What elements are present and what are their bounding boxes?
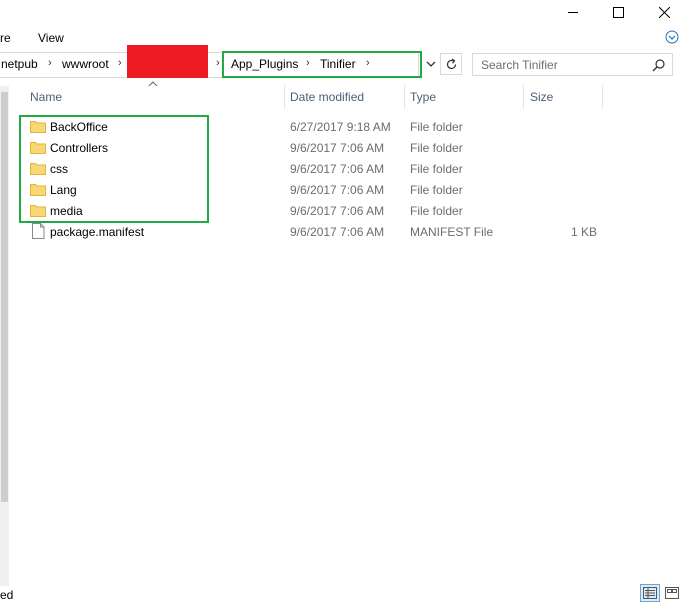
file-date: 9/6/2017 7:06 AM bbox=[290, 225, 385, 239]
file-date: 9/6/2017 7:06 AM bbox=[290, 204, 385, 218]
file-icon bbox=[32, 223, 45, 239]
breadcrumb-wwwroot[interactable]: wwwroot bbox=[62, 57, 109, 71]
maximize-button[interactable] bbox=[595, 0, 641, 24]
large-icons-view-icon bbox=[665, 587, 679, 599]
column-header-date[interactable]: Date modified bbox=[290, 90, 364, 104]
close-icon bbox=[658, 6, 670, 18]
column-header-name[interactable]: Name bbox=[30, 90, 62, 104]
breadcrumb-inetpub[interactable]: netpub bbox=[1, 57, 38, 71]
tab-view[interactable]: View bbox=[38, 31, 64, 45]
column-header-size[interactable]: Size bbox=[530, 90, 553, 104]
file-type: File folder bbox=[410, 162, 463, 176]
large-icons-view-button[interactable] bbox=[662, 584, 682, 602]
column-divider[interactable] bbox=[523, 85, 524, 109]
refresh-button[interactable] bbox=[440, 53, 462, 75]
highlight-box-path bbox=[222, 51, 422, 78]
file-date: 9/6/2017 7:06 AM bbox=[290, 162, 385, 176]
ribbon-expand-button[interactable] bbox=[662, 28, 682, 46]
close-button[interactable] bbox=[641, 0, 687, 24]
file-type: File folder bbox=[410, 120, 463, 134]
left-scrollbar-thumb[interactable] bbox=[1, 92, 8, 502]
chevron-down-icon bbox=[665, 30, 679, 44]
file-type: File folder bbox=[410, 141, 463, 155]
minimize-button[interactable] bbox=[550, 0, 596, 24]
file-date: 9/6/2017 7:06 AM bbox=[290, 141, 385, 155]
minimize-icon bbox=[568, 12, 578, 13]
column-divider[interactable] bbox=[284, 85, 285, 109]
column-divider[interactable] bbox=[602, 85, 603, 109]
refresh-icon bbox=[446, 58, 456, 69]
status-text: ed bbox=[0, 588, 14, 602]
breadcrumb-separator-icon[interactable]: › bbox=[118, 57, 122, 69]
maximize-icon bbox=[612, 6, 624, 18]
file-type: MANIFEST File bbox=[410, 225, 494, 239]
file-type: File folder bbox=[410, 204, 463, 218]
chevron-down-icon bbox=[426, 61, 436, 67]
column-header-type[interactable]: Type bbox=[410, 90, 436, 104]
file-name: package.manifest bbox=[50, 225, 145, 239]
file-date: 9/6/2017 7:06 AM bbox=[290, 183, 385, 197]
address-dropdown-button[interactable] bbox=[420, 53, 442, 75]
details-view-button[interactable] bbox=[640, 584, 660, 602]
file-type: File folder bbox=[410, 183, 463, 197]
tab-share[interactable]: re bbox=[0, 31, 11, 45]
file-size: 1 KB bbox=[570, 225, 597, 239]
search-placeholder: Search Tinifier bbox=[481, 58, 558, 72]
sort-ascending-icon bbox=[148, 81, 158, 87]
breadcrumb-separator-icon[interactable]: › bbox=[48, 57, 52, 69]
details-view-icon bbox=[643, 587, 657, 599]
breadcrumb-separator-icon[interactable]: › bbox=[216, 57, 220, 69]
column-divider[interactable] bbox=[404, 85, 405, 109]
search-icon[interactable] bbox=[652, 58, 666, 72]
file-date: 6/27/2017 9:18 AM bbox=[290, 120, 391, 134]
highlight-box-folders bbox=[19, 115, 209, 223]
redaction-box bbox=[127, 45, 208, 78]
